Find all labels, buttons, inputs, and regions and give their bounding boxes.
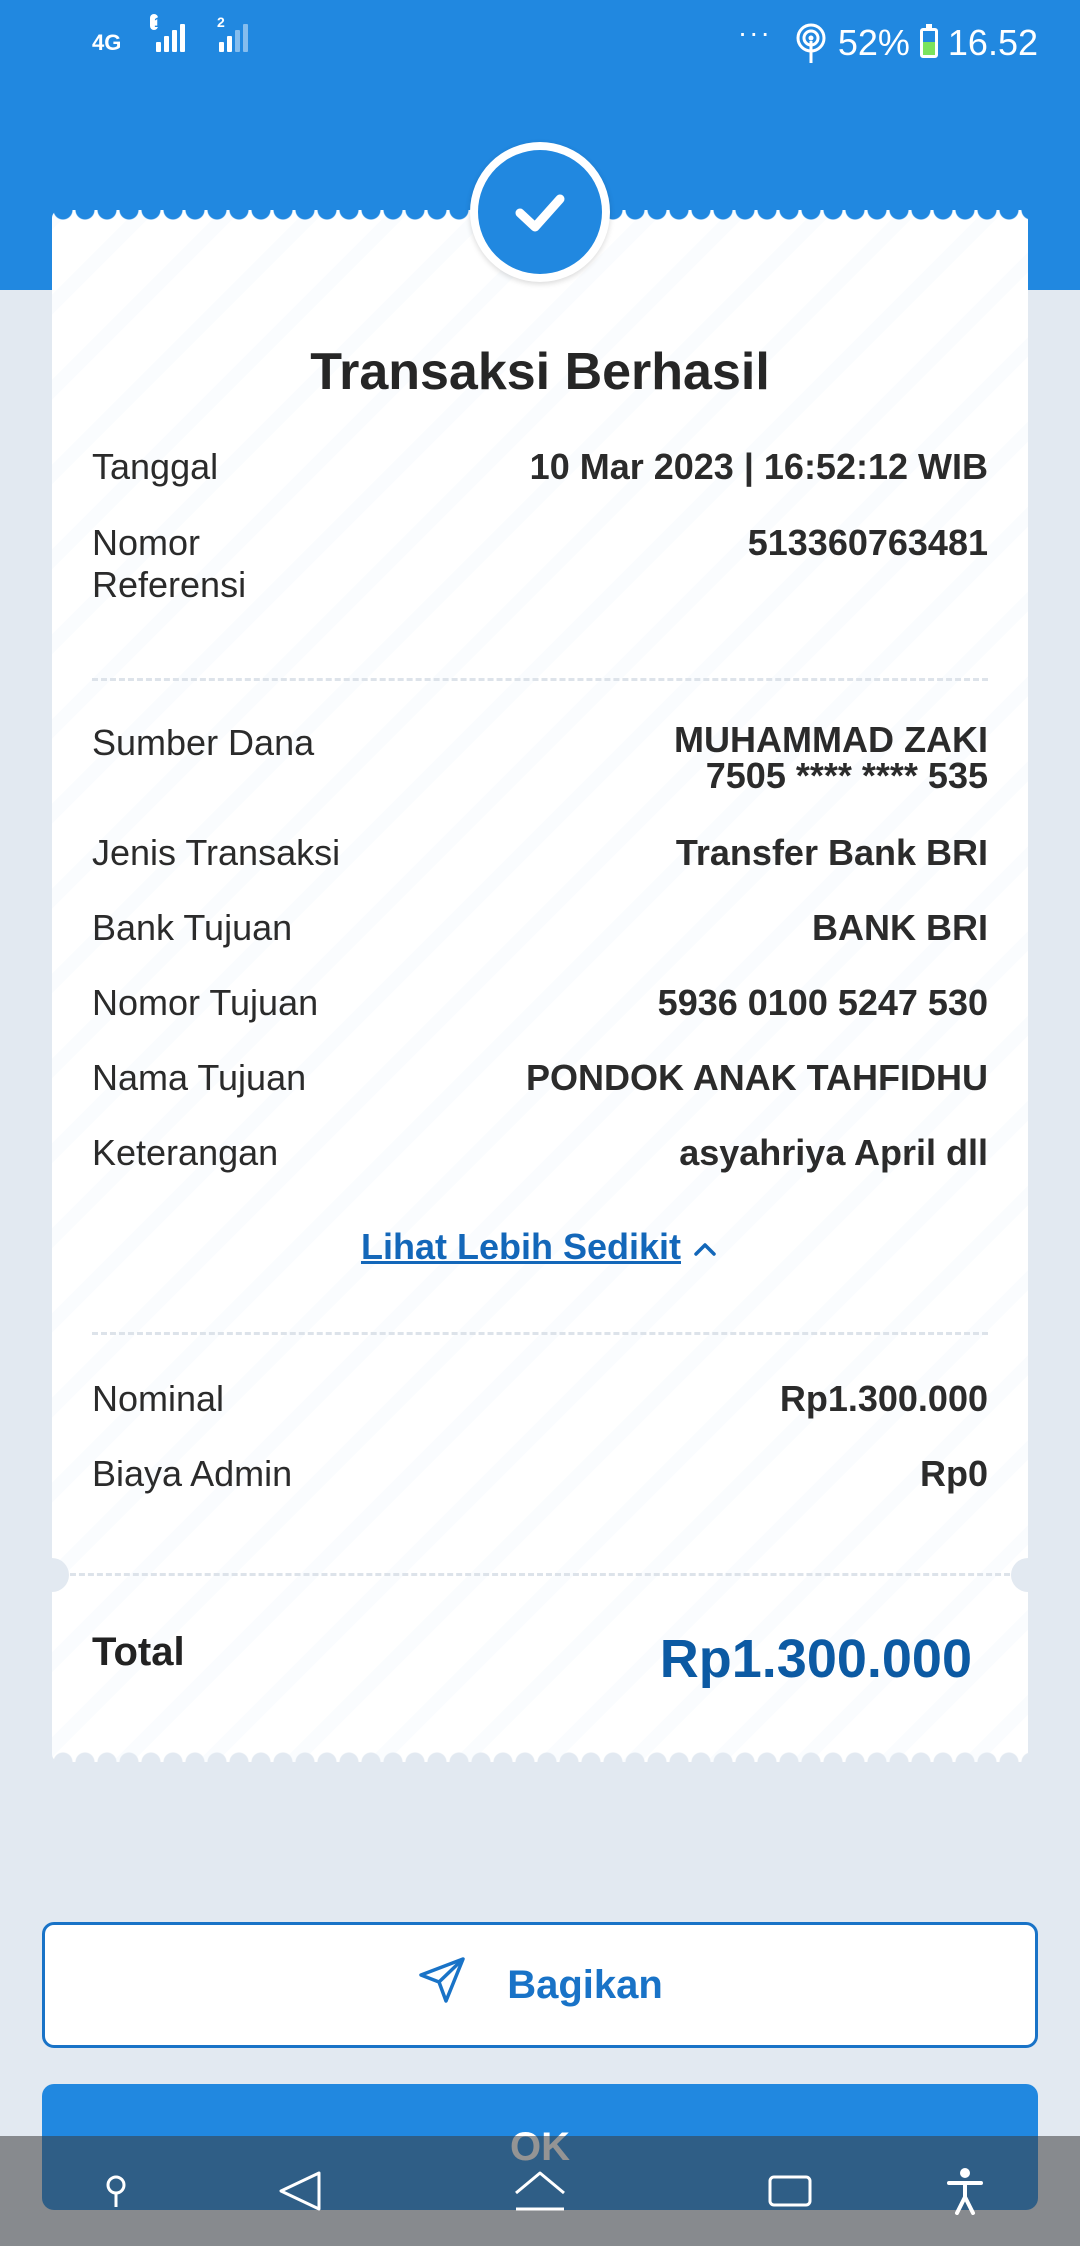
status-left: 4G 1 2	[92, 14, 248, 55]
battery-percent: 52%	[837, 22, 910, 63]
source-account: 7505 **** **** 535	[705, 755, 988, 796]
clock: 16.52	[947, 22, 1038, 63]
recents-icon[interactable]	[760, 2166, 820, 2216]
source-name: MUHAMMAD ZAKI	[674, 719, 988, 760]
reference-label-line2: Referensi	[92, 564, 247, 605]
send-icon	[417, 1955, 467, 2015]
bank-value: BANK BRI	[812, 907, 988, 948]
source-row: Sumber Dana MUHAMMAD ZAKI 7505 **** ****…	[92, 722, 988, 794]
note-label: Keterangan	[92, 1132, 279, 1173]
network-type-label: 4G	[92, 30, 122, 55]
show-less-link[interactable]: Lihat Lebih Sedikit	[52, 1226, 1028, 1268]
status-right: ··· 52% 16.52	[738, 17, 1038, 64]
reference-row: Nomor Referensi 513360763481	[92, 522, 988, 606]
hotspot-icon	[794, 23, 828, 63]
share-label: Bagikan	[507, 1962, 663, 2007]
fee-row: Biaya Admin Rp0	[92, 1453, 988, 1495]
dest-name-row: Nama Tujuan PONDOK ANAK TAHFIDHU	[92, 1057, 988, 1099]
success-badge	[470, 142, 610, 282]
bank-label: Bank Tujuan	[92, 907, 293, 948]
back-icon[interactable]	[270, 2166, 330, 2216]
reference-label: Nomor Referensi	[92, 522, 246, 606]
show-less-label: Lihat Lebih Sedikit	[360, 1226, 681, 1267]
status-bar: 4G 1 2 ··· 52% 16.52	[0, 0, 1080, 92]
pin-icon[interactable]	[96, 2166, 136, 2216]
type-label: Jenis Transaksi	[92, 832, 341, 873]
page-title: Transaksi Berhasil	[310, 343, 770, 401]
fee-value: Rp0	[919, 1453, 988, 1494]
note-value: asyahriya April dll	[679, 1132, 988, 1173]
sim2-signal-icon: 2	[217, 14, 248, 52]
bank-row: Bank Tujuan BANK BRI	[92, 907, 988, 949]
nominal-value: Rp1.300.000	[779, 1378, 988, 1419]
dest-number-row: Nomor Tujuan 5936 0100 5247 530	[92, 982, 988, 1024]
dest-number-label: Nomor Tujuan	[92, 982, 319, 1023]
nominal-label: Nominal	[92, 1378, 225, 1419]
section-divider	[92, 1332, 988, 1335]
date-value: 10 Mar 2023 | 16:52:12 WIB	[529, 446, 988, 487]
dest-name-label: Nama Tujuan	[92, 1057, 307, 1098]
date-label: Tanggal	[92, 446, 219, 487]
reference-value: 513360763481	[747, 522, 988, 563]
section-divider	[92, 678, 988, 681]
source-label: Sumber Dana	[92, 722, 315, 763]
dest-number-value: 5936 0100 5247 530	[657, 982, 988, 1023]
total-label: Total	[92, 1630, 185, 1674]
type-value: Transfer Bank BRI	[675, 832, 988, 873]
receipt-notch-left	[35, 1558, 69, 1592]
notification-dots: ···	[737, 17, 772, 48]
share-button[interactable]: Bagikan	[42, 1922, 1038, 2048]
fee-label: Biaya Admin	[92, 1453, 293, 1494]
total-value: Rp1.300.000	[659, 1629, 972, 1689]
home-icon[interactable]	[510, 2166, 570, 2216]
check-icon	[478, 150, 602, 274]
note-row: Keterangan asyahriya April dll	[92, 1132, 988, 1174]
dest-name-value: PONDOK ANAK TAHFIDHU	[526, 1057, 988, 1098]
reference-label-line1: Nomor	[92, 522, 201, 563]
sim1-signal-icon: 1	[150, 14, 185, 52]
source-value: MUHAMMAD ZAKI 7505 **** **** 535	[674, 722, 988, 794]
chevron-up-icon	[691, 1226, 719, 1267]
type-row: Jenis Transaksi Transfer Bank BRI	[92, 832, 988, 874]
accessibility-icon[interactable]	[940, 2166, 990, 2216]
battery-icon	[919, 24, 938, 58]
sim1-tag: 1	[150, 14, 162, 30]
receipt-notch-right	[1011, 1558, 1045, 1592]
system-nav-bar	[0, 2136, 1080, 2246]
receipt-card: Transaksi Berhasil Tanggal 10 Mar 2023 |…	[35, 210, 1045, 1762]
sim2-tag: 2	[217, 14, 225, 30]
date-row: Tanggal 10 Mar 2023 | 16:52:12 WIB	[92, 446, 988, 488]
tear-divider	[52, 1573, 1028, 1576]
nominal-row: Nominal Rp1.300.000	[92, 1378, 988, 1420]
